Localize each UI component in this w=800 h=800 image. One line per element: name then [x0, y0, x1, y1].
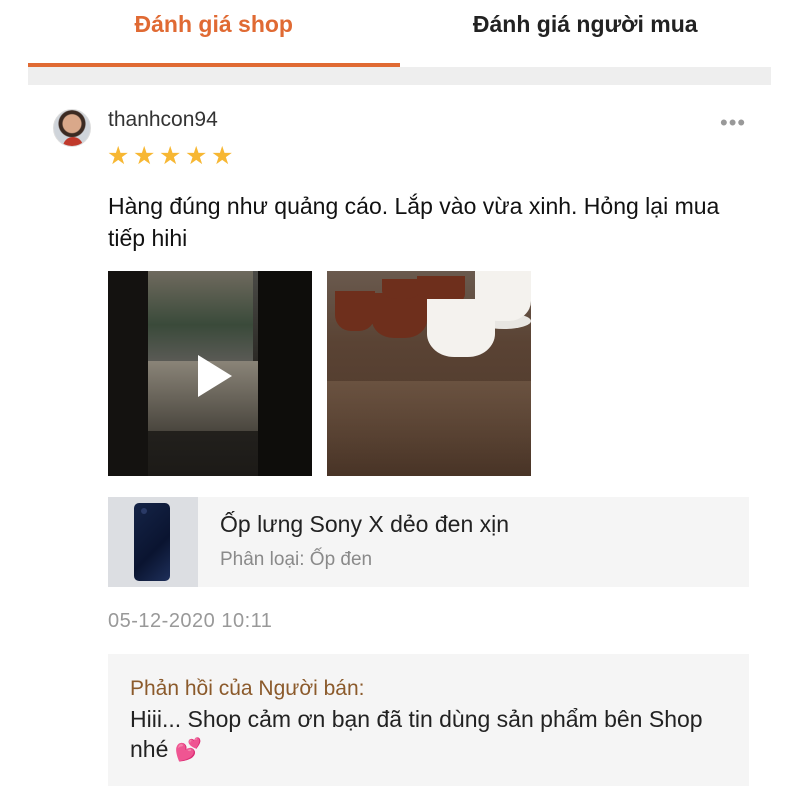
reviewer-username: thanhcon94	[108, 108, 218, 131]
star-icon: ★	[133, 142, 156, 170]
star-icon: ★	[159, 142, 182, 170]
star-icon: ★	[107, 142, 130, 170]
more-options-icon[interactable]: •••	[720, 110, 746, 136]
play-icon[interactable]	[198, 355, 232, 397]
review-video-thumbnail[interactable]	[108, 271, 312, 476]
star-icon: ★	[211, 142, 234, 170]
seller-reply: Phản hồi của Người bán: Hiii... Shop cảm…	[108, 654, 749, 786]
seller-reply-text-container: Hiii... Shop cảm ơn bạn đã tin dùng sản …	[130, 704, 727, 765]
tab-shop-reviews[interactable]: Đánh giá shop	[28, 0, 400, 68]
star-icon: ★	[185, 142, 208, 170]
review-timestamp: 05-12-2020 10:11	[108, 610, 273, 632]
review-photo-thumbnail[interactable]	[327, 271, 531, 476]
review-tabs: Đánh giá shop Đánh giá người mua	[28, 0, 771, 68]
seller-reply-title: Phản hồi của Người bán:	[130, 677, 365, 700]
tab-buyer-reviews[interactable]: Đánh giá người mua	[400, 0, 772, 68]
rating-stars: ★ ★ ★ ★ ★	[107, 142, 235, 170]
avatar[interactable]	[53, 109, 91, 147]
product-name: Ốp lưng Sony X dẻo đen xịn	[220, 511, 510, 537]
purchased-product-card[interactable]: Ốp lưng Sony X dẻo đen xịn Phân loại: Ốp…	[108, 497, 749, 587]
review-text: Hàng đúng như quảng cáo. Lắp vào vừa xin…	[108, 193, 720, 251]
product-thumbnail	[108, 497, 198, 587]
seller-reply-text: Hiii... Shop cảm ơn bạn đã tin dùng sản …	[130, 706, 703, 762]
section-divider	[28, 67, 771, 85]
product-variant: Phân loại: Ốp đen	[220, 549, 373, 570]
hearts-emoji-icon: 💕	[174, 737, 203, 762]
